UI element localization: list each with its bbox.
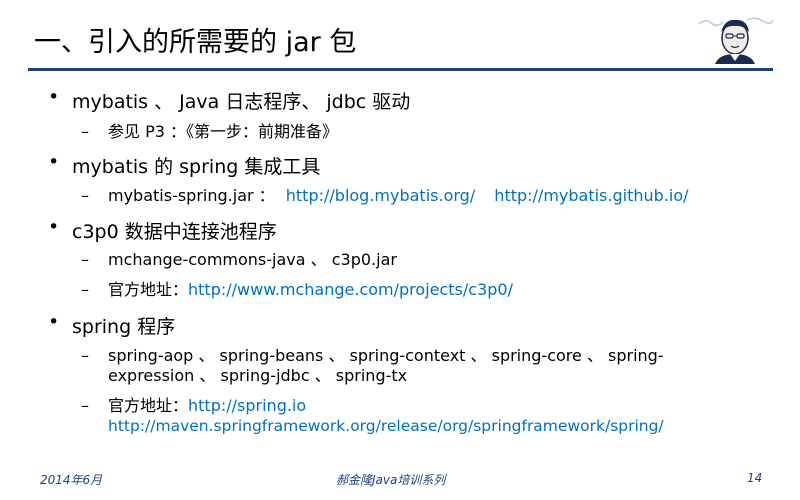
bullet-marker: • [48,151,60,173]
sub-item-4-1-line2: expression 、 spring-jdbc 、 spring-tx [108,366,408,385]
bullet-item-3: c3p0 数据中连接池程序 [72,221,277,243]
bullet-item-4: spring 程序 [72,316,176,338]
sub-bullet-marker: – [81,396,89,415]
footer-series: 郝金隆Java培训系列 [336,473,446,487]
sub-item-4-1-line1: spring-aop 、 spring-beans 、 spring-conte… [108,346,664,365]
sub-item-prefix: mybatis-spring.jar ： [108,186,275,205]
bullet-item-1: mybatis 、 Java 日志程序、 jdbc 驱动 [72,91,411,113]
spring-maven-link[interactable]: http://maven.springframework.org/release… [108,416,664,437]
sub-bullet-marker: – [81,280,89,299]
sub-item-prefix: 官方地址： [108,396,189,415]
bullet-marker: • [48,86,60,108]
spring-io-link[interactable]: http://spring.io [188,396,306,415]
sub-bullet-marker: – [81,186,89,205]
slide-body: • mybatis 、 Java 日志程序、 jdbc 驱动 – 参见 P3 ：… [0,0,800,460]
bullet-item-2: mybatis 的 spring 集成工具 [72,156,321,178]
page-number: 14 [747,471,763,485]
bullet-marker: • [48,311,60,333]
mybatis-blog-link[interactable]: http://blog.mybatis.org/ [286,186,475,205]
mybatis-github-link[interactable]: http://mybatis.github.io/ [494,186,688,205]
sub-bullet-marker: – [81,346,89,365]
footer-date: 2014年6月 [40,473,103,487]
sub-item-prefix: 官方地址： [108,280,189,299]
sub-bullet-marker: – [81,250,89,269]
bullet-marker: • [48,216,60,238]
sub-bullet-marker: – [81,122,89,141]
sub-item-4-2: 官方地址：http://spring.io [108,395,306,416]
sub-item-3-2: 官方地址：http://www.mchange.com/projects/c3p… [108,279,513,300]
sub-item-2-1: mybatis-spring.jar ： http://blog.mybatis… [108,185,689,206]
c3p0-site-link[interactable]: http://www.mchange.com/projects/c3p0/ [188,280,513,299]
sub-item-1-1: 参见 P3 ：《第一步：前期准备》 [108,122,339,141]
sub-item-3-1: mchange-commons-java 、 c3p0.jar [108,250,397,269]
